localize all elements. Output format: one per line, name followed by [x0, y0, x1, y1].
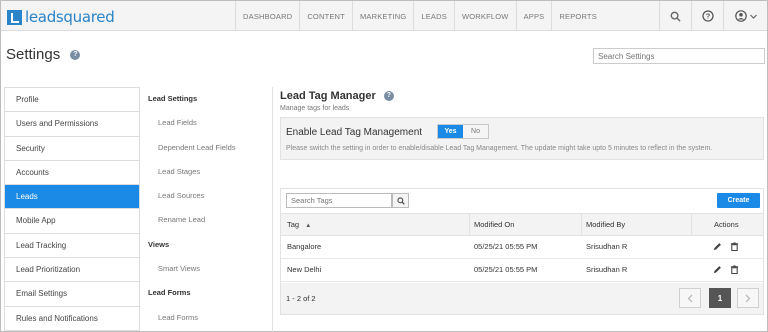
enable-tag-management-label: Enable Lead Tag Management [286, 127, 423, 138]
column-header-modified-by[interactable]: Modified By [586, 214, 625, 235]
table-row: Bangalore 05/25/21 05:55 PM Srisudhan R [281, 236, 763, 259]
section-title: Lead Tag Manager ? [280, 90, 764, 102]
table-footer: 1 - 2 of 2 1 [281, 283, 763, 314]
subnav-item-smart-views[interactable]: Smart Views [140, 257, 272, 281]
nav-item-marketing[interactable]: MARKETING [353, 12, 413, 21]
nav-item-dashboard[interactable]: DASHBOARD [236, 12, 299, 21]
record-count: 1 - 2 of 2 [286, 294, 316, 303]
section-subtitle: Manage tags for leads [280, 105, 350, 112]
nav-help-button[interactable]: ? [691, 1, 723, 31]
modified-on-cell: 05/25/21 05:55 PM [474, 265, 538, 274]
search-tags-button[interactable] [392, 193, 409, 208]
column-header-tag[interactable]: Tag ▲ [287, 214, 311, 235]
next-page-button[interactable] [737, 288, 759, 308]
brand-logo[interactable]: leadsquared [7, 8, 115, 26]
tag-management-note: Please switch the setting in order to en… [286, 145, 713, 152]
svg-text:?: ? [705, 12, 710, 21]
table-row: New Delhi 05/25/21 05:55 PM Srisudhan R [281, 259, 763, 282]
table-header: Tag ▲ Modified On Modified By Actions [281, 213, 763, 236]
leads-subnav: Lead Settings Lead Fields Dependent Lead… [140, 87, 273, 332]
subnav-item-rename-lead[interactable]: Rename Lead [140, 208, 272, 232]
sidebar-item-mobile-app[interactable]: Mobile App [5, 209, 139, 234]
help-icon: ? [701, 10, 714, 22]
settings-sidebar: Profile Users and Permissions Security A… [4, 87, 140, 331]
sidebar-item-security[interactable]: Security [5, 137, 139, 161]
chevron-right-icon [745, 294, 751, 302]
prev-page-button[interactable] [679, 288, 701, 308]
section-help-icon[interactable]: ? [383, 91, 394, 102]
sort-asc-icon: ▲ [305, 223, 312, 229]
delete-icon[interactable] [730, 242, 739, 251]
nav-item-workflow[interactable]: WORKFLOW [455, 12, 516, 21]
subnav-heading-lead-forms: Lead Forms [148, 288, 191, 298]
create-tag-button[interactable]: Create [717, 193, 760, 208]
main-nav: DASHBOARD CONTENT MARKETING LEADS WORKFL… [235, 1, 604, 31]
delete-icon[interactable] [730, 265, 739, 274]
column-divider [581, 214, 582, 235]
logo-mark-icon [7, 9, 22, 25]
main-content: Lead Tag Manager ? Manage tags for leads… [280, 87, 764, 315]
sidebar-item-email-settings[interactable]: Email Settings [5, 282, 139, 307]
toggle-no-option[interactable]: No [463, 125, 488, 138]
subnav-item-lead-forms[interactable]: Lead Forms [140, 306, 272, 330]
column-header-actions: Actions [714, 220, 739, 229]
subnav-heading-views: Views [148, 239, 170, 249]
tag-name-cell: New Delhi [287, 265, 322, 274]
brand-name: leadsquared [25, 8, 115, 26]
subnav-item-lead-stages[interactable]: Lead Stages [140, 160, 272, 184]
subnav-heading-lead-settings: Lead Settings [148, 94, 198, 103]
modified-by-cell: Srisudhan R [586, 265, 628, 274]
chevron-left-icon [687, 294, 693, 302]
settings-help-icon[interactable]: ? [70, 50, 81, 61]
column-divider [469, 214, 470, 235]
page-title-text: Settings [6, 46, 61, 63]
page-title: Settings ? [6, 46, 81, 63]
search-icon [396, 196, 405, 205]
sidebar-item-lead-prioritization[interactable]: Lead Prioritization [5, 258, 139, 283]
sidebar-item-lead-tracking[interactable]: Lead Tracking [5, 234, 139, 259]
search-tags-input[interactable] [286, 193, 392, 208]
edit-icon[interactable] [713, 242, 722, 251]
sidebar-item-profile[interactable]: Profile [5, 88, 139, 113]
nav-item-apps[interactable]: APPS [517, 12, 552, 21]
column-divider [691, 214, 692, 235]
user-icon [734, 10, 747, 22]
top-navigation-bar: leadsquared DASHBOARD CONTENT MARKETING … [1, 1, 767, 31]
nav-item-leads[interactable]: LEADS [414, 12, 454, 21]
sidebar-item-users-and-permissions[interactable]: Users and Permissions [5, 112, 139, 137]
search-settings-input[interactable] [593, 48, 765, 64]
enable-tag-management-toggle[interactable]: Yes No [437, 124, 489, 139]
user-menu-button[interactable] [723, 1, 767, 31]
modified-on-cell: 05/25/21 05:55 PM [474, 242, 538, 251]
tag-name-cell: Bangalore [287, 242, 322, 251]
column-header-tag-label: Tag [287, 220, 300, 229]
column-header-modified-on[interactable]: Modified On [474, 214, 514, 235]
section-title-text: Lead Tag Manager [280, 90, 376, 102]
enable-tag-management-panel: Enable Lead Tag Management Yes No Please… [280, 117, 764, 160]
chevron-down-icon [749, 14, 757, 19]
tags-table-card: Create Tag ▲ Modified On Modified By Act… [280, 188, 764, 315]
subnav-item-dependent-lead-fields[interactable]: Dependent Lead Fields [140, 136, 272, 160]
subnav-item-lead-fields[interactable]: Lead Fields [140, 111, 272, 135]
nav-item-reports[interactable]: REPORTS [552, 12, 604, 21]
edit-icon[interactable] [713, 265, 722, 274]
modified-by-cell: Srisudhan R [586, 242, 628, 251]
search-icon [670, 11, 681, 22]
sidebar-item-leads[interactable]: Leads [5, 185, 139, 210]
toggle-yes-option[interactable]: Yes [438, 125, 463, 138]
page-number-button[interactable]: 1 [709, 288, 731, 308]
sidebar-item-rules-and-notifications[interactable]: Rules and Notifications [5, 307, 139, 331]
nav-search-button[interactable] [659, 1, 691, 31]
sidebar-item-accounts[interactable]: Accounts [5, 161, 139, 186]
nav-item-content[interactable]: CONTENT [300, 12, 352, 21]
subnav-item-lead-sources[interactable]: Lead Sources [140, 184, 272, 208]
